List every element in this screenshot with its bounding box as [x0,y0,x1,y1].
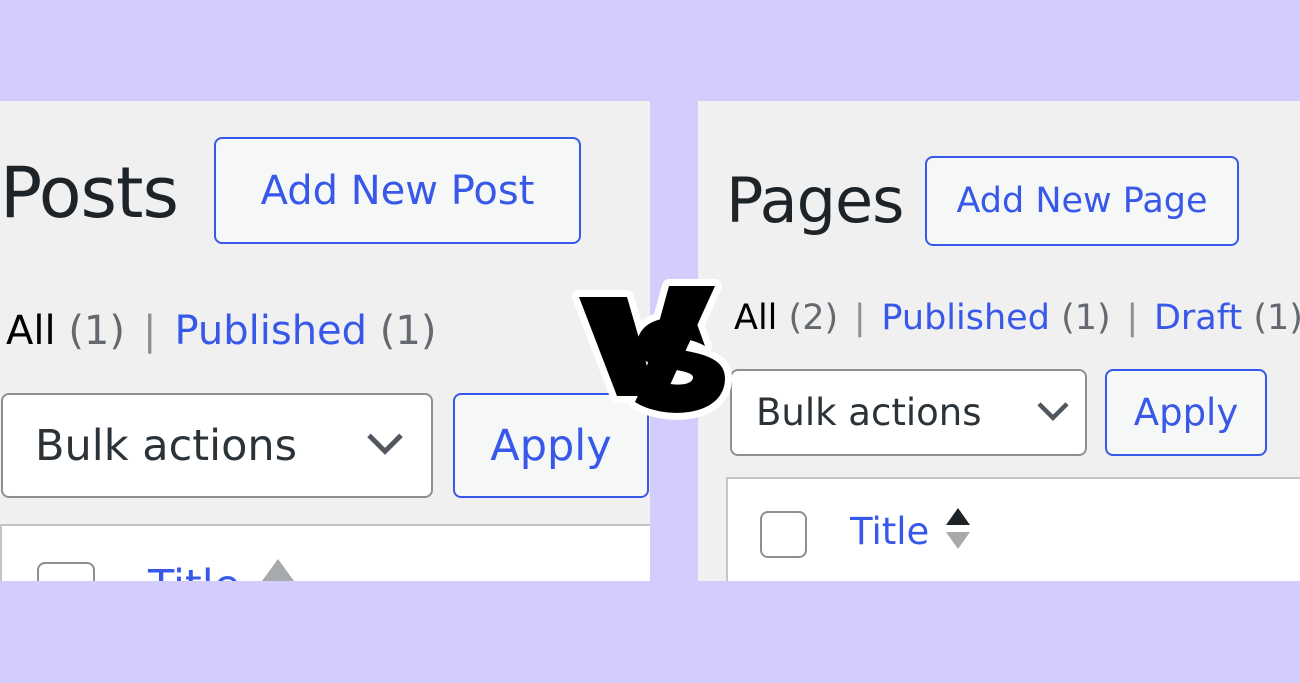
filter-separator: | [853,298,866,338]
filter-all-label: All [734,298,778,338]
filter-draft-count: (1) [1253,298,1300,338]
filter-published[interactable]: Published (1) [174,308,436,354]
versus-badge [572,279,732,420]
filter-separator: | [1126,298,1139,338]
status-filters: All (2) | Published (1) | Draft (1) [734,296,1300,340]
filter-separator: | [142,308,157,354]
add-new-page-button[interactable]: Add New Page [925,156,1239,246]
page-title: Posts [0,152,179,234]
filter-draft-label: Draft [1153,298,1243,338]
filter-published-label: Published [174,308,368,354]
filter-all[interactable]: All (2) [734,298,838,338]
column-title-header[interactable]: Title [850,510,929,553]
filter-published-count: (1) [379,308,437,354]
bulk-actions-select[interactable]: Bulk actions [730,369,1087,456]
add-new-post-button[interactable]: Add New Post [214,137,581,244]
filter-published-count: (1) [1061,298,1111,338]
filter-all-count: (2) [788,298,839,338]
bulk-actions-value: Bulk actions [756,391,982,434]
posts-table [0,524,650,581]
bulk-actions-value: Bulk actions [35,420,298,471]
filter-draft[interactable]: Draft (1) [1154,298,1300,338]
page-title: Pages [726,164,904,237]
pages-panel: Pages Add New Page All (2) | Published (1)… [698,101,1300,581]
apply-button[interactable]: Apply [1105,369,1267,456]
filter-all[interactable]: All (1) [6,308,125,354]
sort-icon [946,508,970,549]
posts-panel: Posts Add New Post All (1) | Published (1)… [0,101,650,581]
filter-published-label: Published [881,298,1050,338]
bulk-actions-select[interactable]: Bulk actions [1,393,433,498]
select-all-checkbox[interactable] [760,511,807,558]
filter-all-count: (1) [68,308,125,354]
chevron-down-icon [1037,401,1069,421]
status-filters: All (1) | Published (1) [6,306,436,356]
pages-table [726,477,1300,581]
select-all-checkbox[interactable] [37,562,95,581]
sort-ascending-icon [262,559,294,581]
column-title-header[interactable]: Title [148,561,240,581]
filter-published[interactable]: Published (1) [881,298,1110,338]
chevron-down-icon [367,433,403,455]
filter-all-label: All [6,308,56,354]
